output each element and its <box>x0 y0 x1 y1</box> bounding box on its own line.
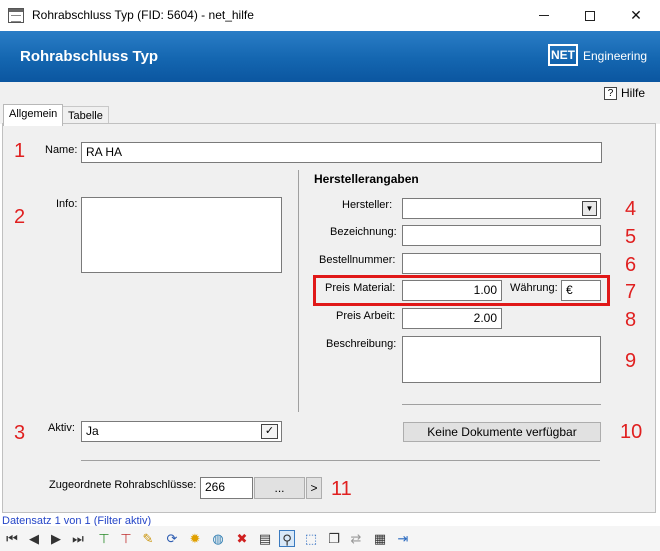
waehrung-label: Währung: <box>510 282 558 294</box>
zugeordnete-label: Zugeordnete Rohrabschlüsse: <box>49 479 197 491</box>
annotation-7: 7 <box>625 281 637 303</box>
header-title: Rohrabschluss Typ <box>20 48 159 65</box>
annotation-6: 6 <box>625 254 637 276</box>
right-separator <box>402 404 601 405</box>
bestellnummer-label: Bestellnummer: <box>319 254 396 266</box>
hersteller-dropdown[interactable]: ▼ <box>402 198 601 219</box>
maximize-icon <box>585 10 595 21</box>
close-button[interactable]: ✕ <box>613 0 659 31</box>
aktiv-label: Aktiv: <box>48 422 75 434</box>
info-textarea[interactable] <box>81 197 282 273</box>
aktiv-check-icon[interactable]: ✓ <box>261 424 278 439</box>
window-title: Rohrabschluss Typ (FID: 5604) - net_hilf… <box>32 8 254 22</box>
maximize-button[interactable] <box>567 0 613 31</box>
window-titlebar: Rohrabschluss Typ (FID: 5604) - net_hilf… <box>0 0 660 31</box>
globe-icon[interactable]: ◍ <box>210 530 226 547</box>
tab-strip: Allgemein Tabelle <box>0 104 660 126</box>
edit-pencil-icon[interactable]: ✎ <box>140 530 156 547</box>
annotation-2: 2 <box>14 206 26 228</box>
hersteller-section-title: Herstellerangaben <box>314 172 419 186</box>
logo-text: Engineering <box>583 49 648 63</box>
bezeichnung-field[interactable] <box>402 225 601 246</box>
beschreibung-label: Beschreibung: <box>326 338 397 350</box>
minimize-button[interactable] <box>521 0 567 31</box>
annotation-8: 8 <box>625 309 637 331</box>
aktiv-field[interactable]: Ja ✓ <box>81 421 282 442</box>
new-record-icon[interactable]: ✹ <box>187 530 203 547</box>
next-record-icon[interactable]: ▶ <box>48 530 64 547</box>
aktiv-value: Ja <box>86 424 99 438</box>
info-label: Info: <box>56 198 78 210</box>
form-header: Rohrabschluss Typ NET Engineering <box>0 31 660 82</box>
hersteller-label: Hersteller: <box>342 199 393 211</box>
close-icon: ✕ <box>630 7 642 23</box>
zugeordnete-arrow-button[interactable]: > <box>306 477 322 499</box>
net-logo: NET <box>548 44 578 66</box>
previous-record-icon[interactable]: ◀ <box>26 530 42 547</box>
tab-allgemein[interactable]: Allgemein <box>3 104 64 126</box>
zoom-icon[interactable]: ⚲ <box>279 530 295 547</box>
preis-arbeit-field[interactable]: 2.00 <box>402 308 502 329</box>
annotation-5: 5 <box>625 226 637 248</box>
filter-remove-icon[interactable]: ⊤ <box>118 530 134 547</box>
minimize-icon <box>539 15 549 16</box>
last-record-icon[interactable]: ⏭ <box>70 530 86 547</box>
annotation-4: 4 <box>625 198 637 220</box>
beschreibung-textarea[interactable] <box>402 336 601 383</box>
help-label: Hilfe <box>621 86 646 100</box>
column-separator <box>298 170 299 412</box>
help-icon: ? <box>604 86 617 100</box>
annotation-11: 11 <box>331 478 352 500</box>
select-icon[interactable]: ⬚ <box>303 530 319 547</box>
refresh-icon[interactable]: ⟳ <box>164 530 180 547</box>
exit-icon[interactable]: ⇥ <box>395 530 411 547</box>
zugeordnete-dots-button[interactable]: ... <box>254 477 305 499</box>
copy-icon[interactable]: ❐ <box>326 530 342 547</box>
annotation-9: 9 <box>625 350 637 372</box>
zugeordnete-field[interactable]: 266 <box>200 477 253 499</box>
help-bar: ? Hilfe <box>0 82 660 104</box>
bottom-separator <box>81 460 600 461</box>
preis-material-label: Preis Material: <box>325 282 396 294</box>
annotation-1: 1 <box>14 140 26 162</box>
name-label: Name: <box>45 144 78 156</box>
bestellnummer-field[interactable] <box>402 253 601 274</box>
waehrung-field[interactable]: € <box>561 280 601 301</box>
table-edit-icon[interactable]: ▦ <box>372 530 388 547</box>
help-button[interactable]: ? Hilfe <box>604 86 645 100</box>
preis-material-field[interactable]: 1.00 <box>402 280 502 301</box>
delete-icon[interactable]: ✖ <box>234 530 250 547</box>
chevron-down-icon[interactable]: ▼ <box>582 201 597 216</box>
print-icon[interactable]: ▤ <box>257 530 273 547</box>
first-record-icon[interactable]: ⏮ <box>4 530 20 547</box>
annotation-3: 3 <box>14 422 26 444</box>
bezeichnung-label: Bezeichnung: <box>330 226 397 238</box>
preis-arbeit-label: Preis Arbeit: <box>336 310 396 322</box>
record-navigator: ⏮ ◀ ▶ ⏭ ⊤ ⊤ ✎ ⟳ ✹ ◍ ✖ ▤ ⚲ ⬚ ❐ ⇄ ▦ ⇥ <box>0 526 660 551</box>
link-icon[interactable]: ⇄ <box>348 530 364 547</box>
app-window-icon <box>8 8 24 23</box>
filter-add-icon[interactable]: ⊤ <box>96 530 112 547</box>
dokumente-button[interactable]: Keine Dokumente verfügbar <box>403 422 601 442</box>
annotation-10: 10 <box>620 421 643 443</box>
name-field[interactable]: RA HA <box>81 142 602 163</box>
